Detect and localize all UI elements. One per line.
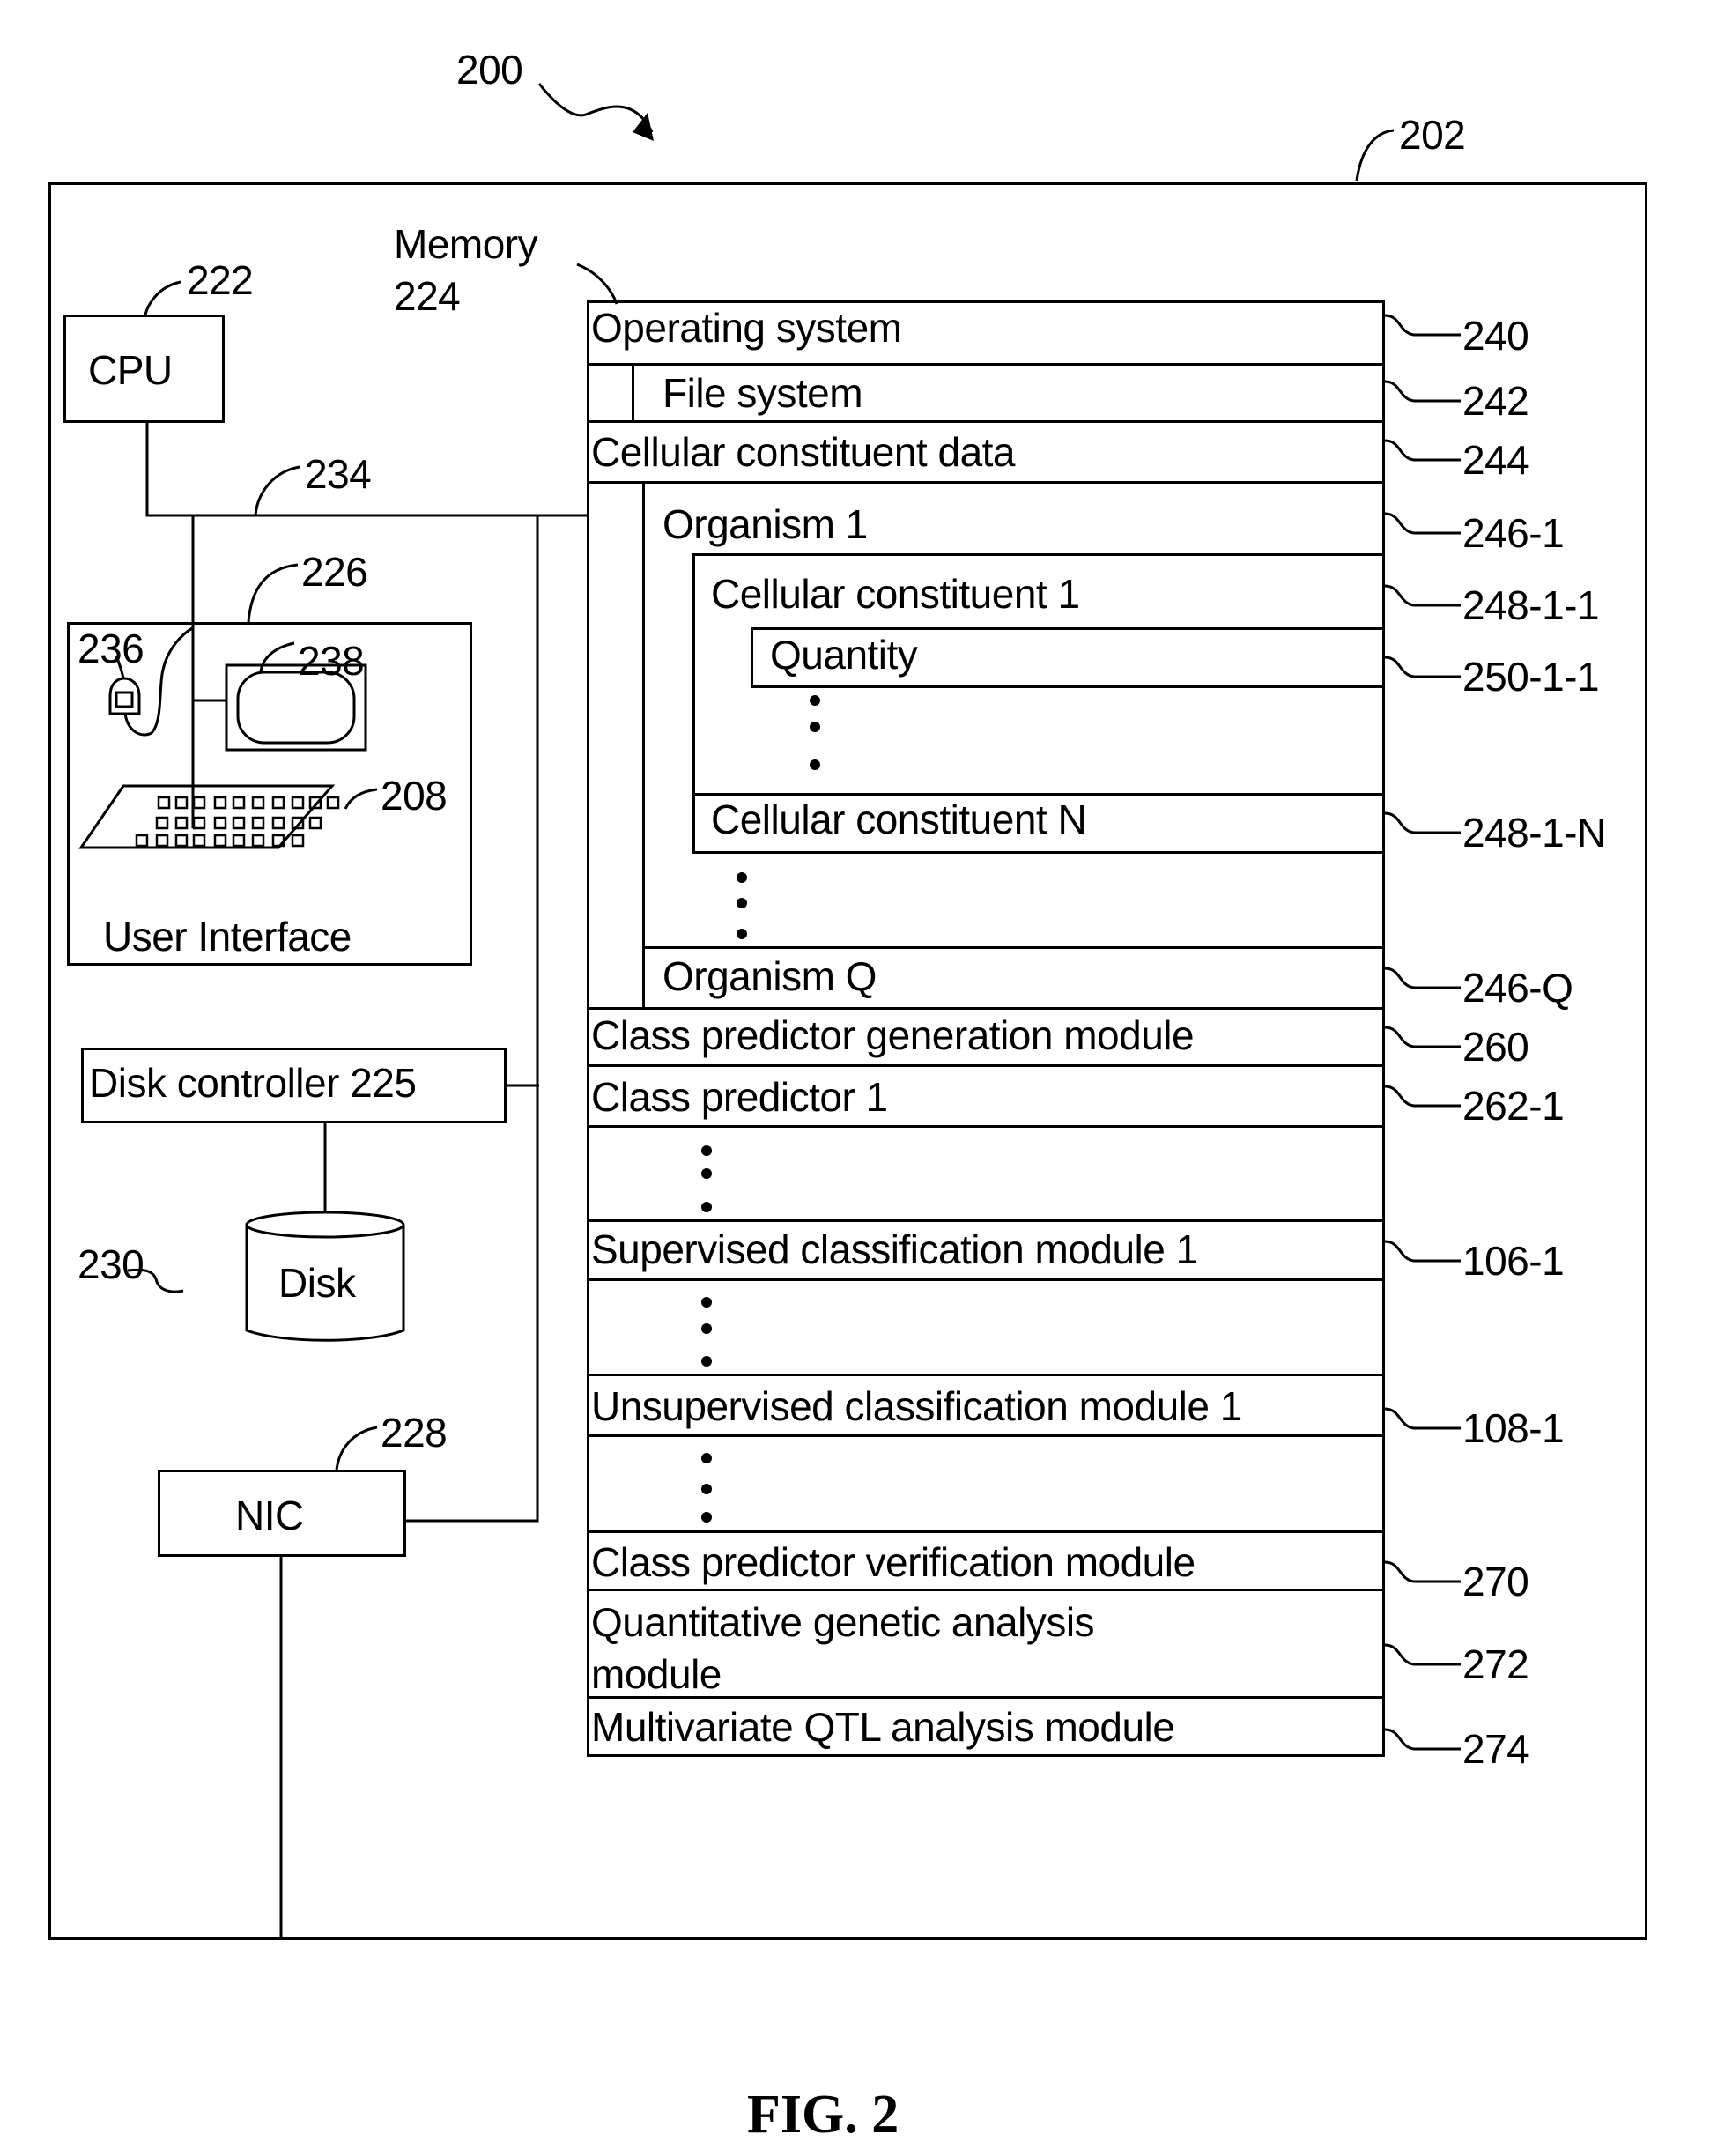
memory-ref-label: 260: [1462, 1024, 1529, 1070]
memory-row-label: Cellular constituent N: [711, 796, 1087, 842]
memory-ref-label: 274: [1462, 1726, 1529, 1772]
memory-row-label: Supervised classification module 1: [591, 1226, 1198, 1272]
memory-row-label: Quantity: [770, 632, 918, 678]
memory-ref-label: 242: [1462, 378, 1529, 424]
memory-row-label: Cellular constituent 1: [711, 571, 1080, 617]
memory-ref-label: 272: [1462, 1641, 1529, 1687]
memory-row-file-system-indent: [587, 363, 634, 423]
memory-ref-label: 270: [1462, 1559, 1529, 1604]
memory-ref-label: 262-1: [1462, 1083, 1565, 1129]
memory-ref-label: 106-1: [1462, 1238, 1565, 1284]
memory-row-label: Organism Q: [663, 953, 877, 999]
computer-ref-leader: [1355, 129, 1395, 182]
memory-row-label: Class predictor verification module: [591, 1539, 1196, 1585]
memory-ref-label: 246-Q: [1462, 965, 1573, 1011]
cpu-label: CPU: [88, 347, 173, 393]
computer-ref-label: 202: [1399, 112, 1466, 158]
memory-ref-label: 250-1-1: [1462, 654, 1600, 700]
memory-label: Memory: [394, 221, 538, 267]
memory-row-label: module: [591, 1651, 722, 1697]
memory-row-label: Quantitative genetic analysis: [591, 1599, 1095, 1645]
display-ref-label: 238: [298, 638, 365, 684]
user-interface-ref-label: 226: [301, 549, 368, 595]
disk-label: Disk: [278, 1260, 356, 1306]
keyboard-ref-label: 208: [381, 773, 448, 819]
memory-ref-label: 224: [394, 273, 461, 319]
memory-row-label: Operating system: [591, 305, 902, 351]
nic-ref-label: 228: [381, 1410, 448, 1456]
memory-ref-label: 240: [1462, 313, 1529, 359]
memory-row-label: Multivariate QTL analysis module: [591, 1704, 1175, 1750]
memory-row-label: Class predictor generation module: [591, 1012, 1195, 1058]
memory-ref-label: 244: [1462, 437, 1529, 483]
memory-row-label: Cellular constituent data: [591, 429, 1016, 475]
disk-controller-label: Disk controller 225: [89, 1060, 417, 1106]
user-interface-label: User Interface: [103, 914, 352, 959]
figure-caption: FIG. 2: [747, 2085, 899, 2145]
system-ref-arrowhead: [633, 113, 654, 141]
memory-ref-label: 246-1: [1462, 510, 1565, 556]
memory-ref-label: 108-1: [1462, 1405, 1565, 1451]
bus-ref-label: 234: [305, 451, 372, 497]
memory-row-label: Class predictor 1: [591, 1074, 888, 1120]
mouse-ref-label: 236: [78, 626, 144, 671]
system-ref-arrow: [537, 83, 654, 133]
memory-ref-label: 248-1-N: [1462, 810, 1606, 856]
memory-row-label: Organism 1: [663, 501, 868, 547]
memory-ref-label: 248-1-1: [1462, 582, 1600, 628]
system-ref-label: 200: [456, 47, 523, 93]
disk-ref-label: 230: [78, 1241, 144, 1287]
cpu-ref-label: 222: [187, 257, 254, 303]
memory-row-label: File system: [663, 370, 863, 416]
nic-label: NIC: [235, 1493, 304, 1538]
memory-row-label: Unsupervised classification module 1: [591, 1383, 1242, 1429]
